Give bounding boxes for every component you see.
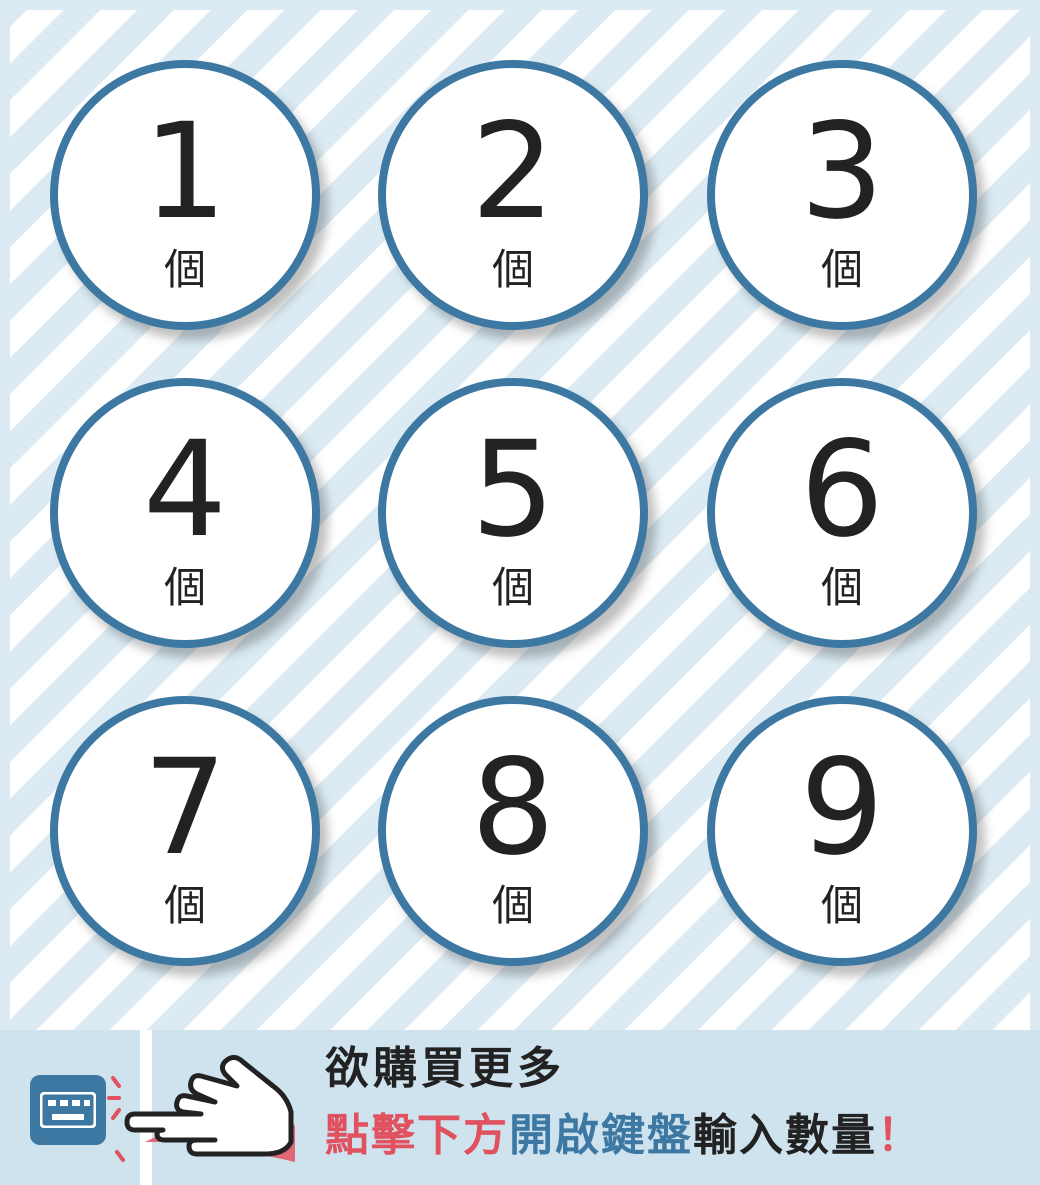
instruction-part-enter-quantity: 輸入數量 [693,1110,877,1161]
banner-instruction: 點擊下方開啟鍵盤輸入數量！ [325,1108,923,1164]
instruction-part-tap-below: 點擊下方 [325,1110,509,1161]
quantity-button-3[interactable]: 3 個 [707,60,977,330]
quantity-button-9[interactable]: 9 個 [707,696,977,966]
quantity-number: 8 [471,731,555,885]
quantity-unit: 個 [163,245,206,294]
quantity-number: 1 [143,95,227,249]
quantity-number: 7 [143,731,227,885]
instruction-part-open-keyboard: 開啟鍵盤 [509,1110,693,1161]
quantity-button-2[interactable]: 2 個 [378,60,648,330]
keyboard-glyph [40,1092,96,1128]
quantity-unit: 個 [820,881,863,930]
quantity-unit: 個 [491,563,534,612]
quantity-number: 4 [143,413,227,567]
quantity-number: 2 [471,95,555,249]
quantity-number: 5 [471,413,555,567]
quantity-button-8[interactable]: 8 個 [378,696,648,966]
instruction-exclamation: ！ [877,1110,923,1161]
quantity-unit: 個 [163,563,206,612]
keyboard-icon[interactable] [30,1075,106,1145]
quantity-button-1[interactable]: 1 個 [50,60,320,330]
quantity-unit: 個 [820,563,863,612]
quantity-grid: 1 個 2 個 3 個 4 個 5 個 6 個 7 個 8 個 9 個 [50,60,995,990]
quantity-number: 9 [800,731,884,885]
quantity-button-6[interactable]: 6 個 [707,378,977,648]
quantity-button-4[interactable]: 4 個 [50,378,320,648]
pointing-hand-icon [107,1054,295,1162]
quantity-number: 3 [800,95,884,249]
banner-heading: 欲購買更多 [325,1043,565,1094]
quantity-unit: 個 [491,245,534,294]
quantity-unit: 個 [163,881,206,930]
quantity-number: 6 [800,413,884,567]
quantity-button-5[interactable]: 5 個 [378,378,648,648]
quantity-unit: 個 [820,245,863,294]
quantity-button-7[interactable]: 7 個 [50,696,320,966]
quantity-unit: 個 [491,881,534,930]
